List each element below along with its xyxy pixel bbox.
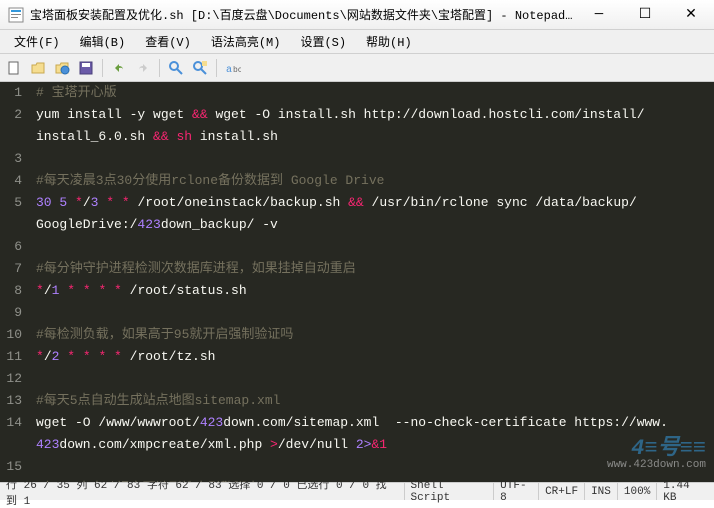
line-number: 3: [0, 148, 22, 170]
editor-area[interactable]: 123456789101112131415161718 # 宝塔开心版yum i…: [0, 82, 714, 482]
line-number: 11: [0, 346, 22, 368]
code-line[interactable]: yum install -y wget && wget -O install.s…: [36, 104, 714, 126]
close-button[interactable]: ✕: [668, 0, 714, 30]
svg-text:bc: bc: [233, 66, 241, 75]
statusbar: 行 26 / 35 列 62 / 83 字符 62 / 83 选择 0 / 0 …: [0, 482, 714, 500]
svg-text:a: a: [226, 65, 232, 76]
line-number: 8: [0, 280, 22, 302]
wordwrap-icon[interactable]: abc: [223, 58, 243, 78]
code-line[interactable]: #每天4点自动提交死链到搜索引擎脚本: [36, 478, 714, 482]
menu-syntax[interactable]: 语法高亮(M): [201, 31, 291, 52]
line-number: [0, 214, 22, 236]
code-line[interactable]: #每分钟守护进程检测次数据库进程，如果挂掉自动重启: [36, 258, 714, 280]
toolbar: abc: [0, 54, 714, 82]
menu-edit[interactable]: 编辑(B): [70, 31, 136, 52]
status-language[interactable]: Shell Script: [405, 483, 495, 500]
line-number: 6: [0, 236, 22, 258]
titlebar: 宝塔面板安装配置及优化.sh [D:\百度云盘\Documents\网站数据文件…: [0, 0, 714, 30]
line-number: 10: [0, 324, 22, 346]
line-number: 2: [0, 104, 22, 126]
find-icon[interactable]: [166, 58, 186, 78]
code-line[interactable]: # 宝塔开心版: [36, 82, 714, 104]
line-number: 4: [0, 170, 22, 192]
line-gutter: 123456789101112131415161718: [0, 82, 28, 482]
status-mode[interactable]: INS: [585, 483, 618, 500]
line-number: 9: [0, 302, 22, 324]
menu-view[interactable]: 查看(V): [135, 31, 201, 52]
save-icon[interactable]: [76, 58, 96, 78]
code-line[interactable]: [36, 368, 714, 390]
status-filesize: 1.44 KB: [657, 483, 714, 500]
code-line[interactable]: #每天5点自动生成站点地图sitemap.xml: [36, 390, 714, 412]
code-line[interactable]: #每检测负载，如果高于95就开启强制验证吗: [36, 324, 714, 346]
window-controls: ─ ☐ ✕: [576, 0, 714, 30]
line-number: 14: [0, 412, 22, 434]
code-line[interactable]: */1 * * * * /root/status.sh: [36, 280, 714, 302]
menu-settings[interactable]: 设置(S): [290, 31, 356, 52]
status-zoom[interactable]: 100%: [618, 483, 657, 500]
line-number: 12: [0, 368, 22, 390]
code-line[interactable]: [36, 236, 714, 258]
code-line[interactable]: GoogleDrive:/423down_backup/ -v: [36, 214, 714, 236]
toolbar-separator: [102, 59, 103, 77]
minimize-button[interactable]: ─: [576, 0, 622, 30]
code-line[interactable]: */2 * * * * /root/tz.sh: [36, 346, 714, 368]
line-number: 5: [0, 192, 22, 214]
code-line[interactable]: [36, 148, 714, 170]
undo-icon[interactable]: [109, 58, 129, 78]
line-number: 13: [0, 390, 22, 412]
code-line[interactable]: [36, 456, 714, 478]
open-file-icon[interactable]: [28, 58, 48, 78]
replace-icon[interactable]: [190, 58, 210, 78]
status-position: 行 26 / 35 列 62 / 83 字符 62 / 83 选择 0 / 0 …: [0, 483, 405, 500]
code-line[interactable]: #每天凌晨3点30分使用rclone备份数据到 Google Drive: [36, 170, 714, 192]
code-line[interactable]: install_6.0.sh && sh install.sh: [36, 126, 714, 148]
menu-file[interactable]: 文件(F): [4, 31, 70, 52]
toolbar-separator: [216, 59, 217, 77]
menubar: 文件(F) 编辑(B) 查看(V) 语法高亮(M) 设置(S) 帮助(H): [0, 30, 714, 54]
line-number: 1: [0, 82, 22, 104]
line-number: 7: [0, 258, 22, 280]
toolbar-separator: [159, 59, 160, 77]
status-eol[interactable]: CR+LF: [539, 483, 585, 500]
code-line[interactable]: 30 5 */3 * * /root/oneinstack/backup.sh …: [36, 192, 714, 214]
redo-icon[interactable]: [133, 58, 153, 78]
line-number: 16: [0, 478, 22, 482]
history-icon[interactable]: [52, 58, 72, 78]
code-line[interactable]: 423down.com/xmpcreate/xml.php >/dev/null…: [36, 434, 714, 456]
window-title: 宝塔面板安装配置及优化.sh [D:\百度云盘\Documents\网站数据文件…: [30, 6, 576, 23]
line-number: [0, 126, 22, 148]
code-line[interactable]: wget -O /www/wwwroot/423down.com/sitemap…: [36, 412, 714, 434]
status-encoding[interactable]: UTF-8: [494, 483, 539, 500]
code-line[interactable]: [36, 302, 714, 324]
maximize-button[interactable]: ☐: [622, 0, 668, 30]
app-icon: [8, 7, 24, 23]
new-file-icon[interactable]: [4, 58, 24, 78]
menu-help[interactable]: 帮助(H): [356, 31, 422, 52]
code-content[interactable]: # 宝塔开心版yum install -y wget && wget -O in…: [28, 82, 714, 482]
line-number: [0, 434, 22, 456]
line-number: 15: [0, 456, 22, 478]
